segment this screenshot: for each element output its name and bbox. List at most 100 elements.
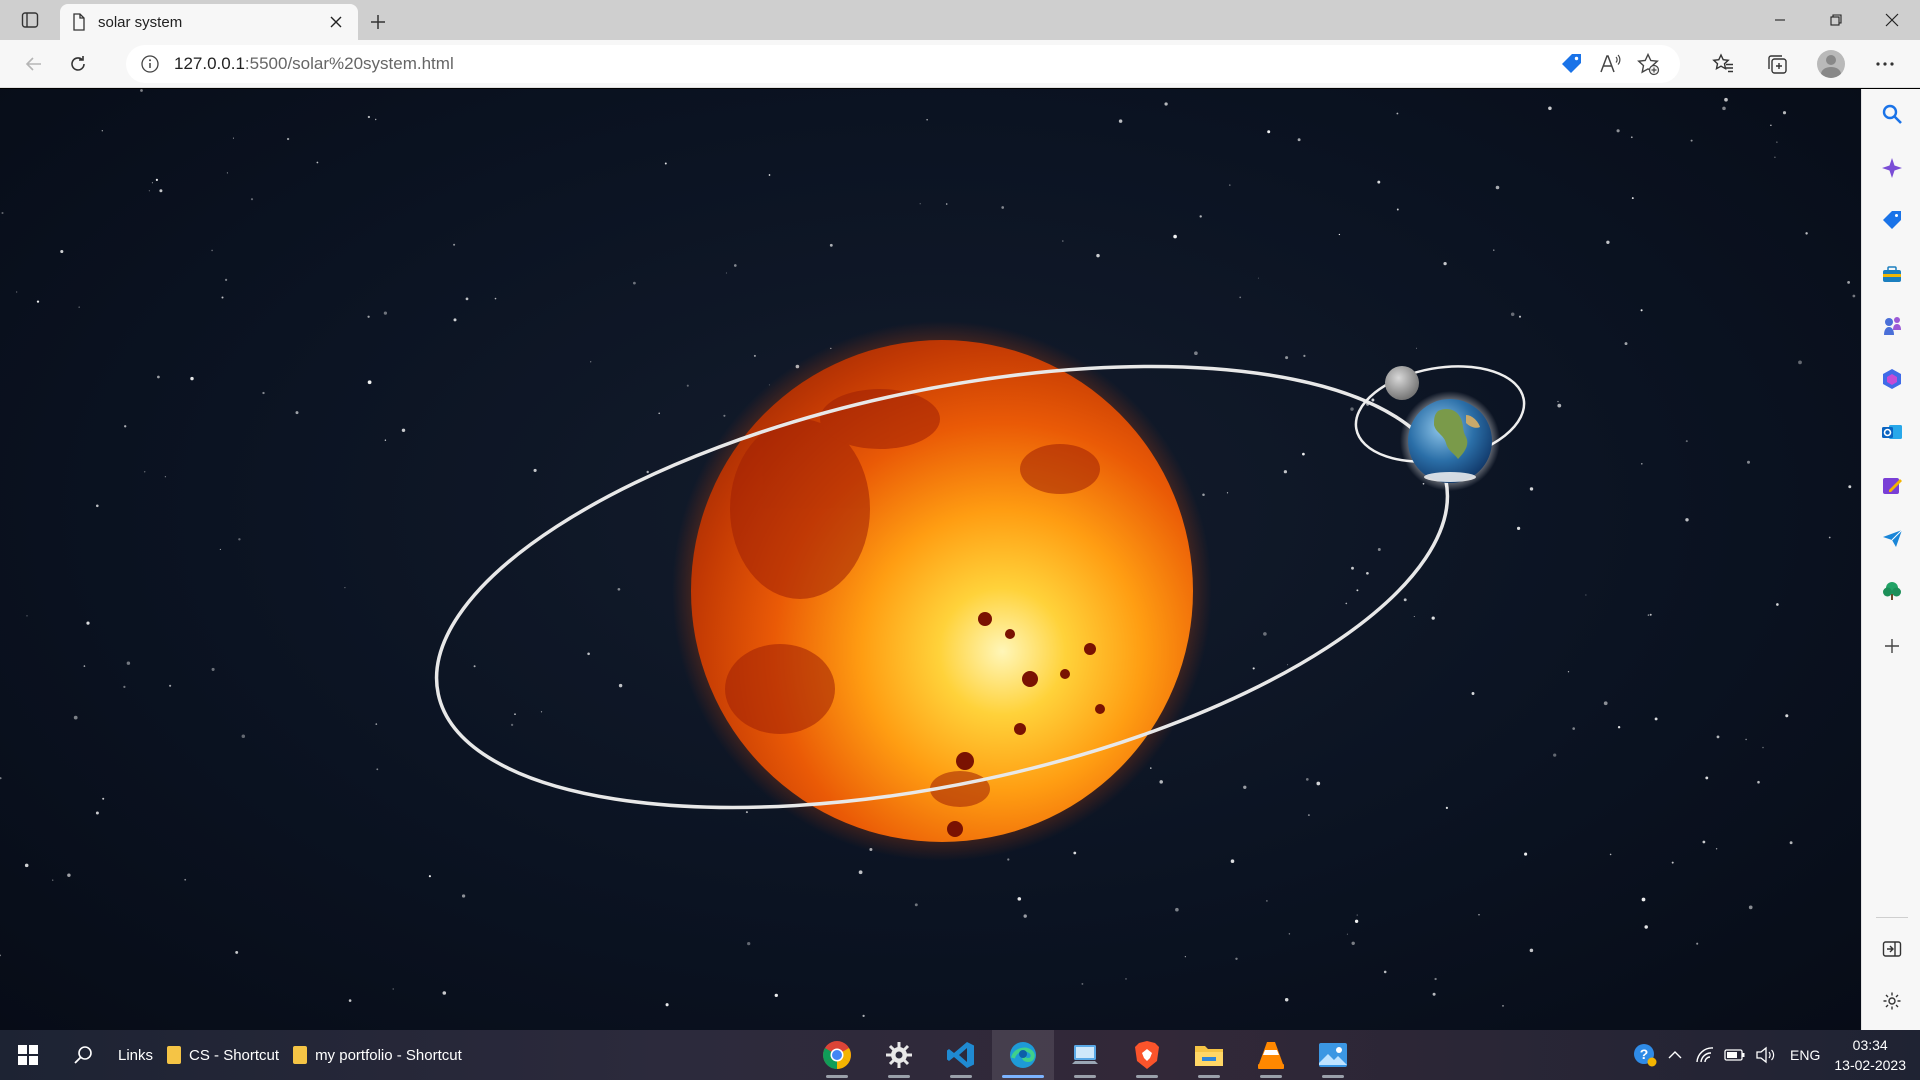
- star: [316, 161, 319, 164]
- refresh-button[interactable]: [58, 44, 98, 84]
- taskbar-search-button[interactable]: [56, 1030, 112, 1080]
- sidebar-designer[interactable]: [1862, 465, 1920, 505]
- close-window-button[interactable]: [1864, 0, 1920, 40]
- sidebar-tools[interactable]: [1862, 254, 1920, 294]
- star: [384, 439, 387, 441]
- tray-network[interactable]: [1690, 1030, 1720, 1080]
- close-tab-button[interactable]: [326, 12, 346, 32]
- star: [1175, 907, 1179, 912]
- star: [1017, 897, 1022, 901]
- star: [1640, 309, 1643, 312]
- star: [465, 297, 469, 301]
- star: [1316, 781, 1321, 786]
- star: [1267, 130, 1271, 134]
- sidebar-games[interactable]: [1862, 306, 1920, 346]
- star: [768, 174, 771, 176]
- sidebar-office[interactable]: [1862, 359, 1920, 399]
- back-button[interactable]: [14, 44, 54, 84]
- url-text[interactable]: 127.0.0.1:5500/solar%20system.html: [174, 54, 1560, 74]
- browser-tab[interactable]: solar system: [60, 4, 358, 40]
- star: [1510, 312, 1515, 317]
- sidebar-outlook[interactable]: [1862, 412, 1920, 452]
- star: [262, 391, 265, 395]
- more-button[interactable]: [1858, 40, 1912, 88]
- taskbar-chrome[interactable]: [806, 1030, 868, 1080]
- star: [1774, 156, 1776, 159]
- sidebar-send[interactable]: [1862, 518, 1920, 558]
- favorites-button[interactable]: [1696, 40, 1750, 88]
- star: [401, 428, 406, 433]
- taskbar-vscode[interactable]: [930, 1030, 992, 1080]
- star: [250, 198, 254, 201]
- star: [1366, 571, 1369, 575]
- star: [164, 476, 167, 478]
- star: [1671, 861, 1674, 864]
- taskbar-file-explorer[interactable]: [1178, 1030, 1240, 1080]
- add-favorite-icon[interactable]: [1636, 52, 1660, 76]
- taskbar-edge[interactable]: [992, 1030, 1054, 1080]
- star: [1371, 398, 1375, 402]
- star: [1685, 440, 1688, 443]
- sun: [691, 340, 1193, 842]
- sidebar-copilot[interactable]: [1862, 148, 1920, 188]
- star: [1023, 914, 1027, 918]
- taskbar-remote-desktop[interactable]: [1054, 1030, 1116, 1080]
- shortcut-cs[interactable]: CS - Shortcut: [167, 1046, 279, 1064]
- star: [1096, 253, 1100, 258]
- read-aloud-icon[interactable]: [1598, 52, 1622, 76]
- star: [184, 878, 187, 881]
- new-tab-button[interactable]: [358, 4, 398, 40]
- shortcut-portfolio[interactable]: my portfolio - Shortcut: [293, 1046, 462, 1064]
- star: [1001, 206, 1005, 209]
- star: [1798, 360, 1802, 365]
- star: [1194, 351, 1198, 356]
- site-info-icon[interactable]: [140, 54, 160, 74]
- tab-actions-button[interactable]: [0, 0, 60, 40]
- sidebar-shopping[interactable]: [1862, 200, 1920, 240]
- taskbar-settings[interactable]: [868, 1030, 930, 1080]
- taskbar-vlc[interactable]: [1240, 1030, 1302, 1080]
- moon: [1385, 366, 1419, 400]
- vlc-icon: [1258, 1042, 1284, 1069]
- links-toolbar-label[interactable]: Links: [118, 1047, 153, 1064]
- star: [1199, 215, 1202, 218]
- outlook-icon: [1881, 425, 1902, 439]
- sidebar-tree[interactable]: [1862, 571, 1920, 611]
- sidebar-search[interactable]: [1862, 94, 1920, 134]
- settings-gear-icon: [886, 1042, 912, 1068]
- star: [725, 272, 727, 274]
- tray-help[interactable]: ?: [1630, 1030, 1660, 1080]
- profile-button[interactable]: [1804, 40, 1858, 88]
- star: [1757, 780, 1760, 784]
- star: [1354, 919, 1359, 923]
- star: [286, 137, 290, 141]
- star: [1257, 277, 1259, 279]
- star: [1377, 180, 1381, 184]
- taskbar-brave[interactable]: [1116, 1030, 1178, 1080]
- tray-volume[interactable]: [1750, 1030, 1780, 1080]
- star: [52, 879, 54, 881]
- starfield: [0, 89, 1856, 1018]
- taskbar-photos[interactable]: [1302, 1030, 1364, 1080]
- star: [1287, 664, 1289, 666]
- shopping-tag-icon[interactable]: [1560, 52, 1584, 76]
- sidebar-settings[interactable]: [1862, 981, 1920, 1021]
- system-clock[interactable]: 03:34 13-02-2023: [1834, 1035, 1906, 1075]
- star: [829, 243, 833, 247]
- url-path: :5500/solar%20system.html: [244, 54, 454, 73]
- collections-button[interactable]: [1750, 40, 1804, 88]
- star: [1297, 138, 1301, 142]
- star: [1747, 460, 1750, 464]
- restore-button[interactable]: [1808, 0, 1864, 40]
- star: [1243, 785, 1247, 789]
- start-button[interactable]: [0, 1030, 56, 1080]
- star: [211, 667, 215, 671]
- input-language[interactable]: ENG: [1790, 1047, 1820, 1063]
- tray-battery[interactable]: [1720, 1030, 1750, 1080]
- sidebar-add[interactable]: [1862, 626, 1920, 666]
- tray-overflow[interactable]: [1660, 1030, 1690, 1080]
- address-bar[interactable]: 127.0.0.1:5500/solar%20system.html: [126, 45, 1680, 83]
- minimize-button[interactable]: [1752, 0, 1808, 40]
- sidebar-split-screen[interactable]: [1862, 929, 1920, 969]
- collections-icon: [1768, 55, 1787, 74]
